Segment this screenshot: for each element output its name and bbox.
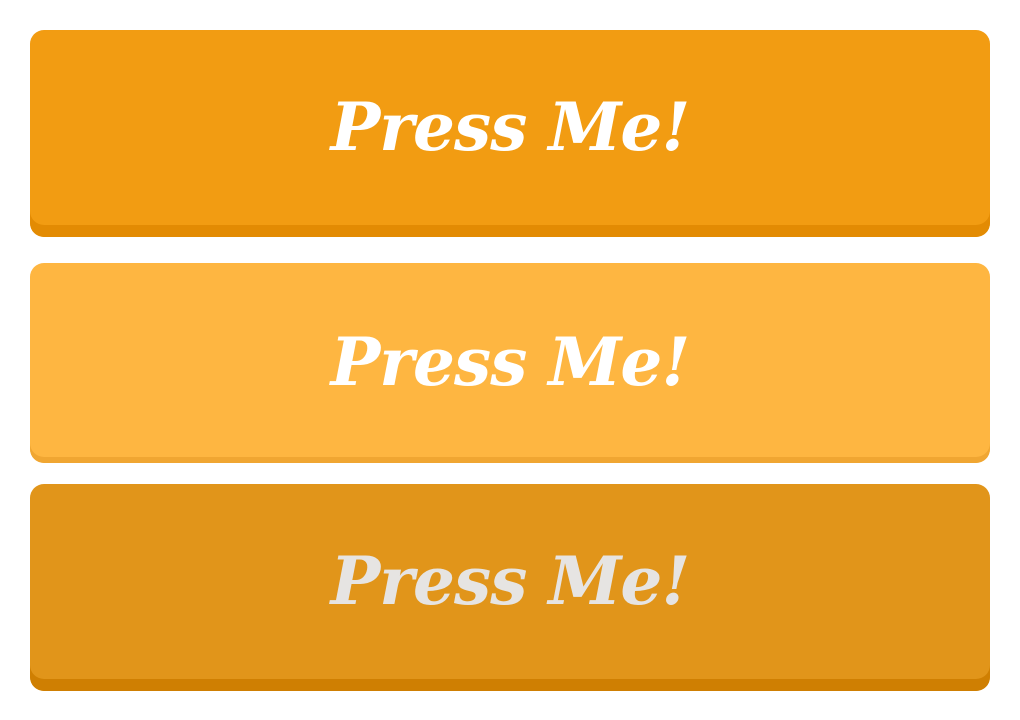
press-me-button-label: Press Me!: [330, 541, 691, 620]
press-me-button-normal[interactable]: Press Me!: [30, 30, 990, 237]
press-me-button-active[interactable]: Press Me!: [30, 484, 990, 691]
press-me-button-label: Press Me!: [330, 87, 691, 166]
press-me-button-label: Press Me!: [330, 323, 691, 401]
press-me-button-hover[interactable]: Press Me!: [30, 263, 990, 463]
button-states-canvas: Press Me! Press Me! Press Me!: [0, 0, 1020, 720]
